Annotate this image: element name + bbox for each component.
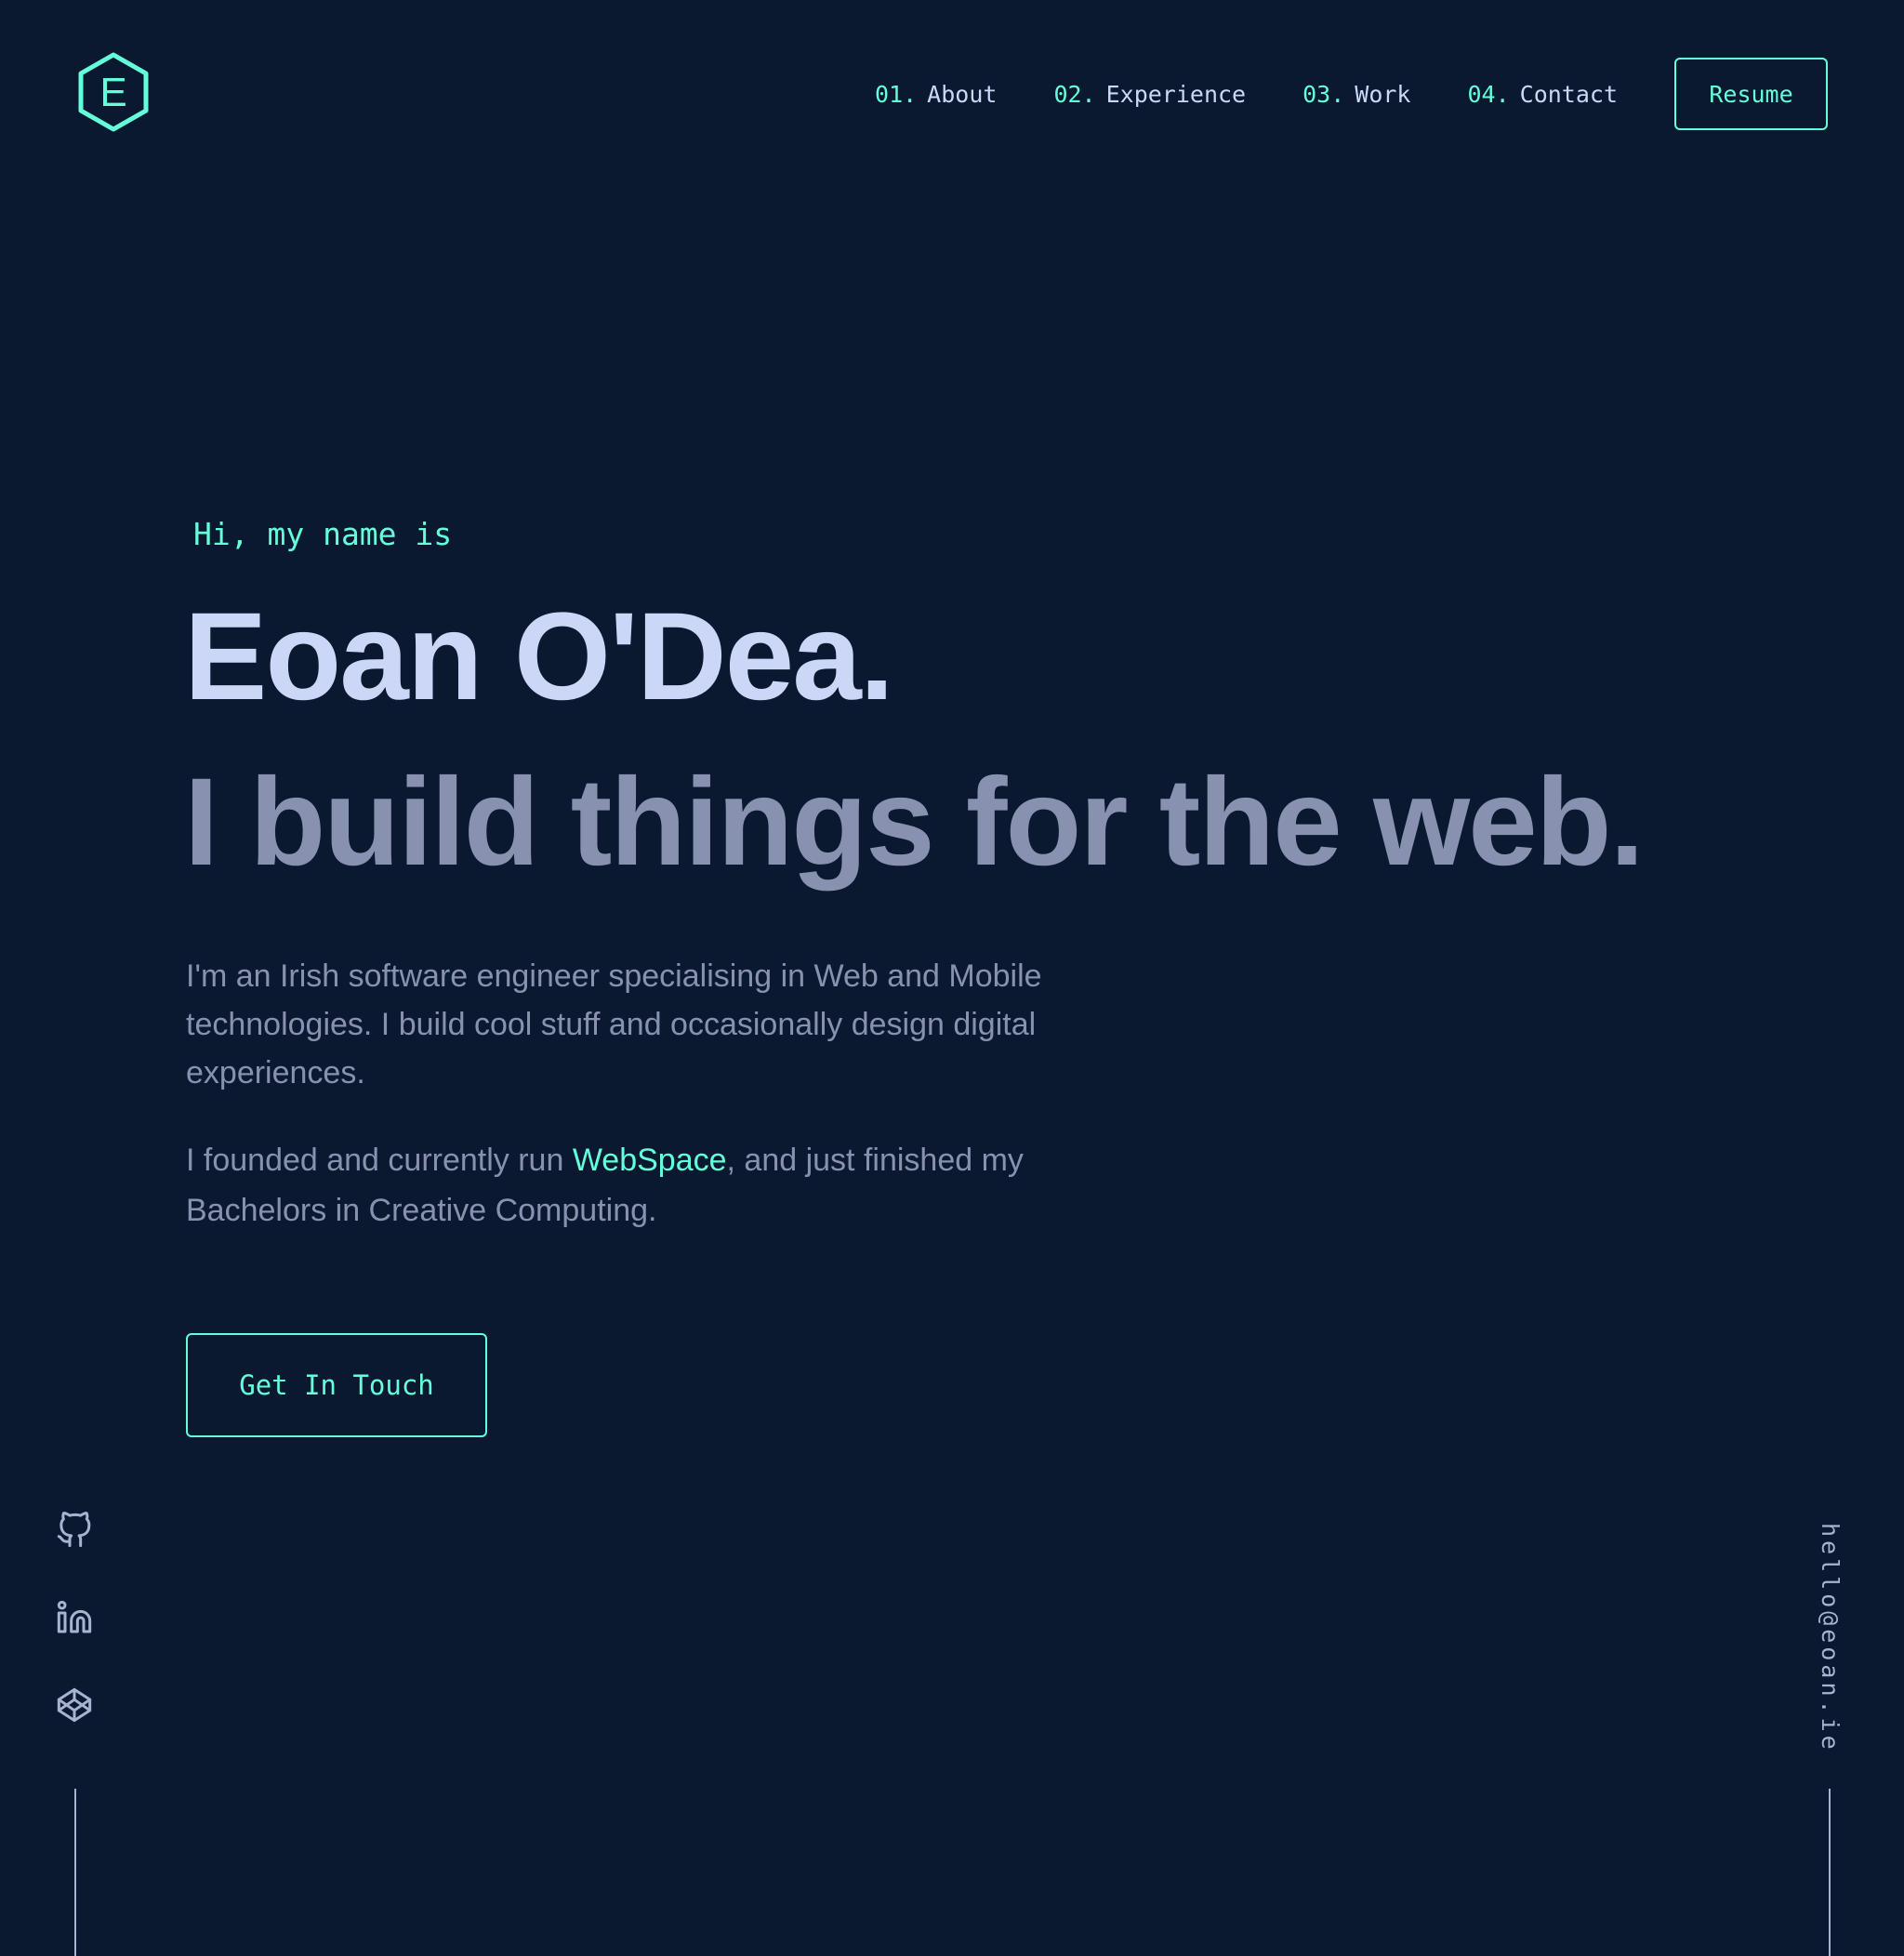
nav-number: 02.: [1053, 80, 1096, 108]
webspace-link[interactable]: WebSpace: [573, 1143, 727, 1178]
nav-item-work[interactable]: 03. Work: [1302, 81, 1410, 108]
hero-description-secondary: I founded and currently run WebSpace, an…: [186, 1135, 1088, 1236]
resume-button[interactable]: Resume: [1674, 58, 1828, 130]
linkedin-icon: [57, 1600, 92, 1633]
linkedin-link[interactable]: [56, 1599, 93, 1636]
nav-item-contact[interactable]: 04. Contact: [1467, 81, 1618, 108]
nav-number: 03.: [1302, 80, 1345, 108]
nav-item-about[interactable]: 01. About: [875, 81, 997, 108]
logo-letter: E: [99, 70, 127, 115]
nav-label: Work: [1355, 80, 1411, 108]
description-text: I founded and currently run: [186, 1143, 573, 1178]
email-link[interactable]: hello@eoan.ie: [1817, 1523, 1844, 1753]
right-rail-line: [1829, 1789, 1831, 1956]
nav-number: 04.: [1467, 80, 1510, 108]
hero-description: I'm an Irish software engineer specialis…: [186, 958, 1042, 1090]
codepen-icon: [57, 1687, 92, 1723]
nav-label: Experience: [1105, 80, 1247, 108]
hero-tagline: I build things for the web.: [184, 753, 1645, 892]
hero-name: Eoan O'Dea.: [184, 588, 894, 726]
github-icon: [57, 1512, 91, 1548]
nav-label: About: [927, 80, 998, 108]
site-header: E 01. About 02. Experience 03. Work 04. …: [0, 0, 1904, 186]
github-link[interactable]: [56, 1512, 93, 1549]
main-nav: 01. About 02. Experience 03. Work 04. Co…: [875, 58, 1828, 130]
get-in-touch-button[interactable]: Get In Touch: [186, 1333, 487, 1437]
nav-number: 01.: [875, 80, 918, 108]
logo-link[interactable]: E: [77, 52, 150, 132]
nav-label: Contact: [1519, 80, 1618, 108]
left-rail-line: [74, 1789, 76, 1956]
codepen-link[interactable]: [56, 1686, 93, 1724]
nav-item-experience[interactable]: 02. Experience: [1053, 81, 1246, 108]
hero-intro: Hi, my name is: [193, 516, 453, 552]
